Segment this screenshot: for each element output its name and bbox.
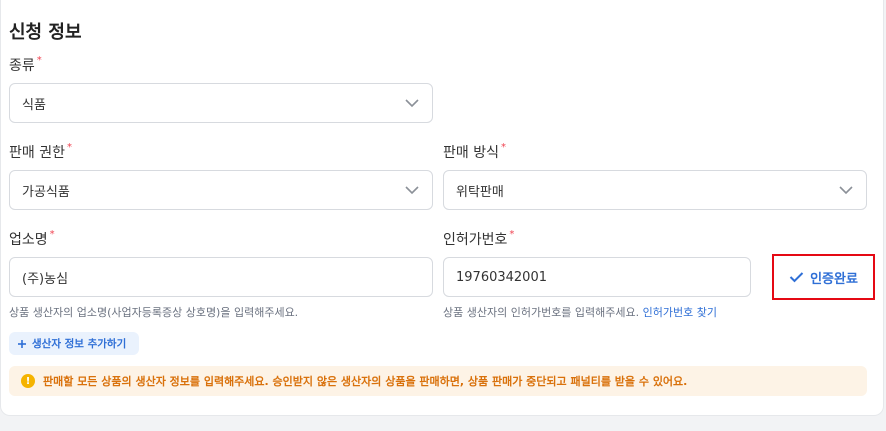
sales-permission-select[interactable]: 가공식품 xyxy=(9,170,433,210)
add-producer-button[interactable]: 생산자 정보 추가하기 xyxy=(9,332,139,355)
chevron-down-icon xyxy=(405,99,419,108)
license-number-helper: 상품 생산자의 인허가번호를 입력해주세요. 인허가번호 찾기 xyxy=(443,306,717,319)
license-number-input[interactable]: 19760342001 xyxy=(443,257,751,297)
warning-icon: ! xyxy=(21,374,35,388)
license-number-label: 인허가번호 * xyxy=(443,229,515,248)
required-mark: * xyxy=(36,55,42,66)
verification-complete-button[interactable]: 인증완료 xyxy=(772,254,875,300)
business-name-helper: 상품 생산자의 업소명(사업자등록증상 상호명)을 입력해주세요. xyxy=(9,306,299,319)
sales-permission-label: 판매 권한 * xyxy=(9,142,72,161)
application-info-card: 신청 정보 종류 * 식품 판매 권한 * 가공식품 판매 방식 * 위탁판매 업소명… xyxy=(0,0,884,416)
check-icon xyxy=(789,272,804,283)
required-mark: * xyxy=(500,142,506,153)
plus-icon xyxy=(18,339,26,348)
section-title: 신청 정보 xyxy=(9,22,82,43)
type-label: 종류 * xyxy=(9,55,42,74)
sales-method-select[interactable]: 위탁판매 xyxy=(443,170,867,210)
business-name-label: 업소명 * xyxy=(9,229,55,248)
business-name-input[interactable]: (주)농심 xyxy=(9,257,433,297)
required-mark: * xyxy=(66,142,72,153)
chevron-down-icon xyxy=(839,186,853,195)
required-mark: * xyxy=(49,229,55,240)
sales-method-label: 판매 방식 * xyxy=(443,142,506,161)
producer-notice: ! 판매할 모든 상품의 생산자 정보를 입력해주세요. 승인받지 않은 생산자… xyxy=(9,366,867,396)
required-mark: * xyxy=(509,229,515,240)
type-select[interactable]: 식품 xyxy=(9,83,433,123)
find-license-number-link[interactable]: 인허가번호 찾기 xyxy=(643,306,717,319)
chevron-down-icon xyxy=(405,186,419,195)
